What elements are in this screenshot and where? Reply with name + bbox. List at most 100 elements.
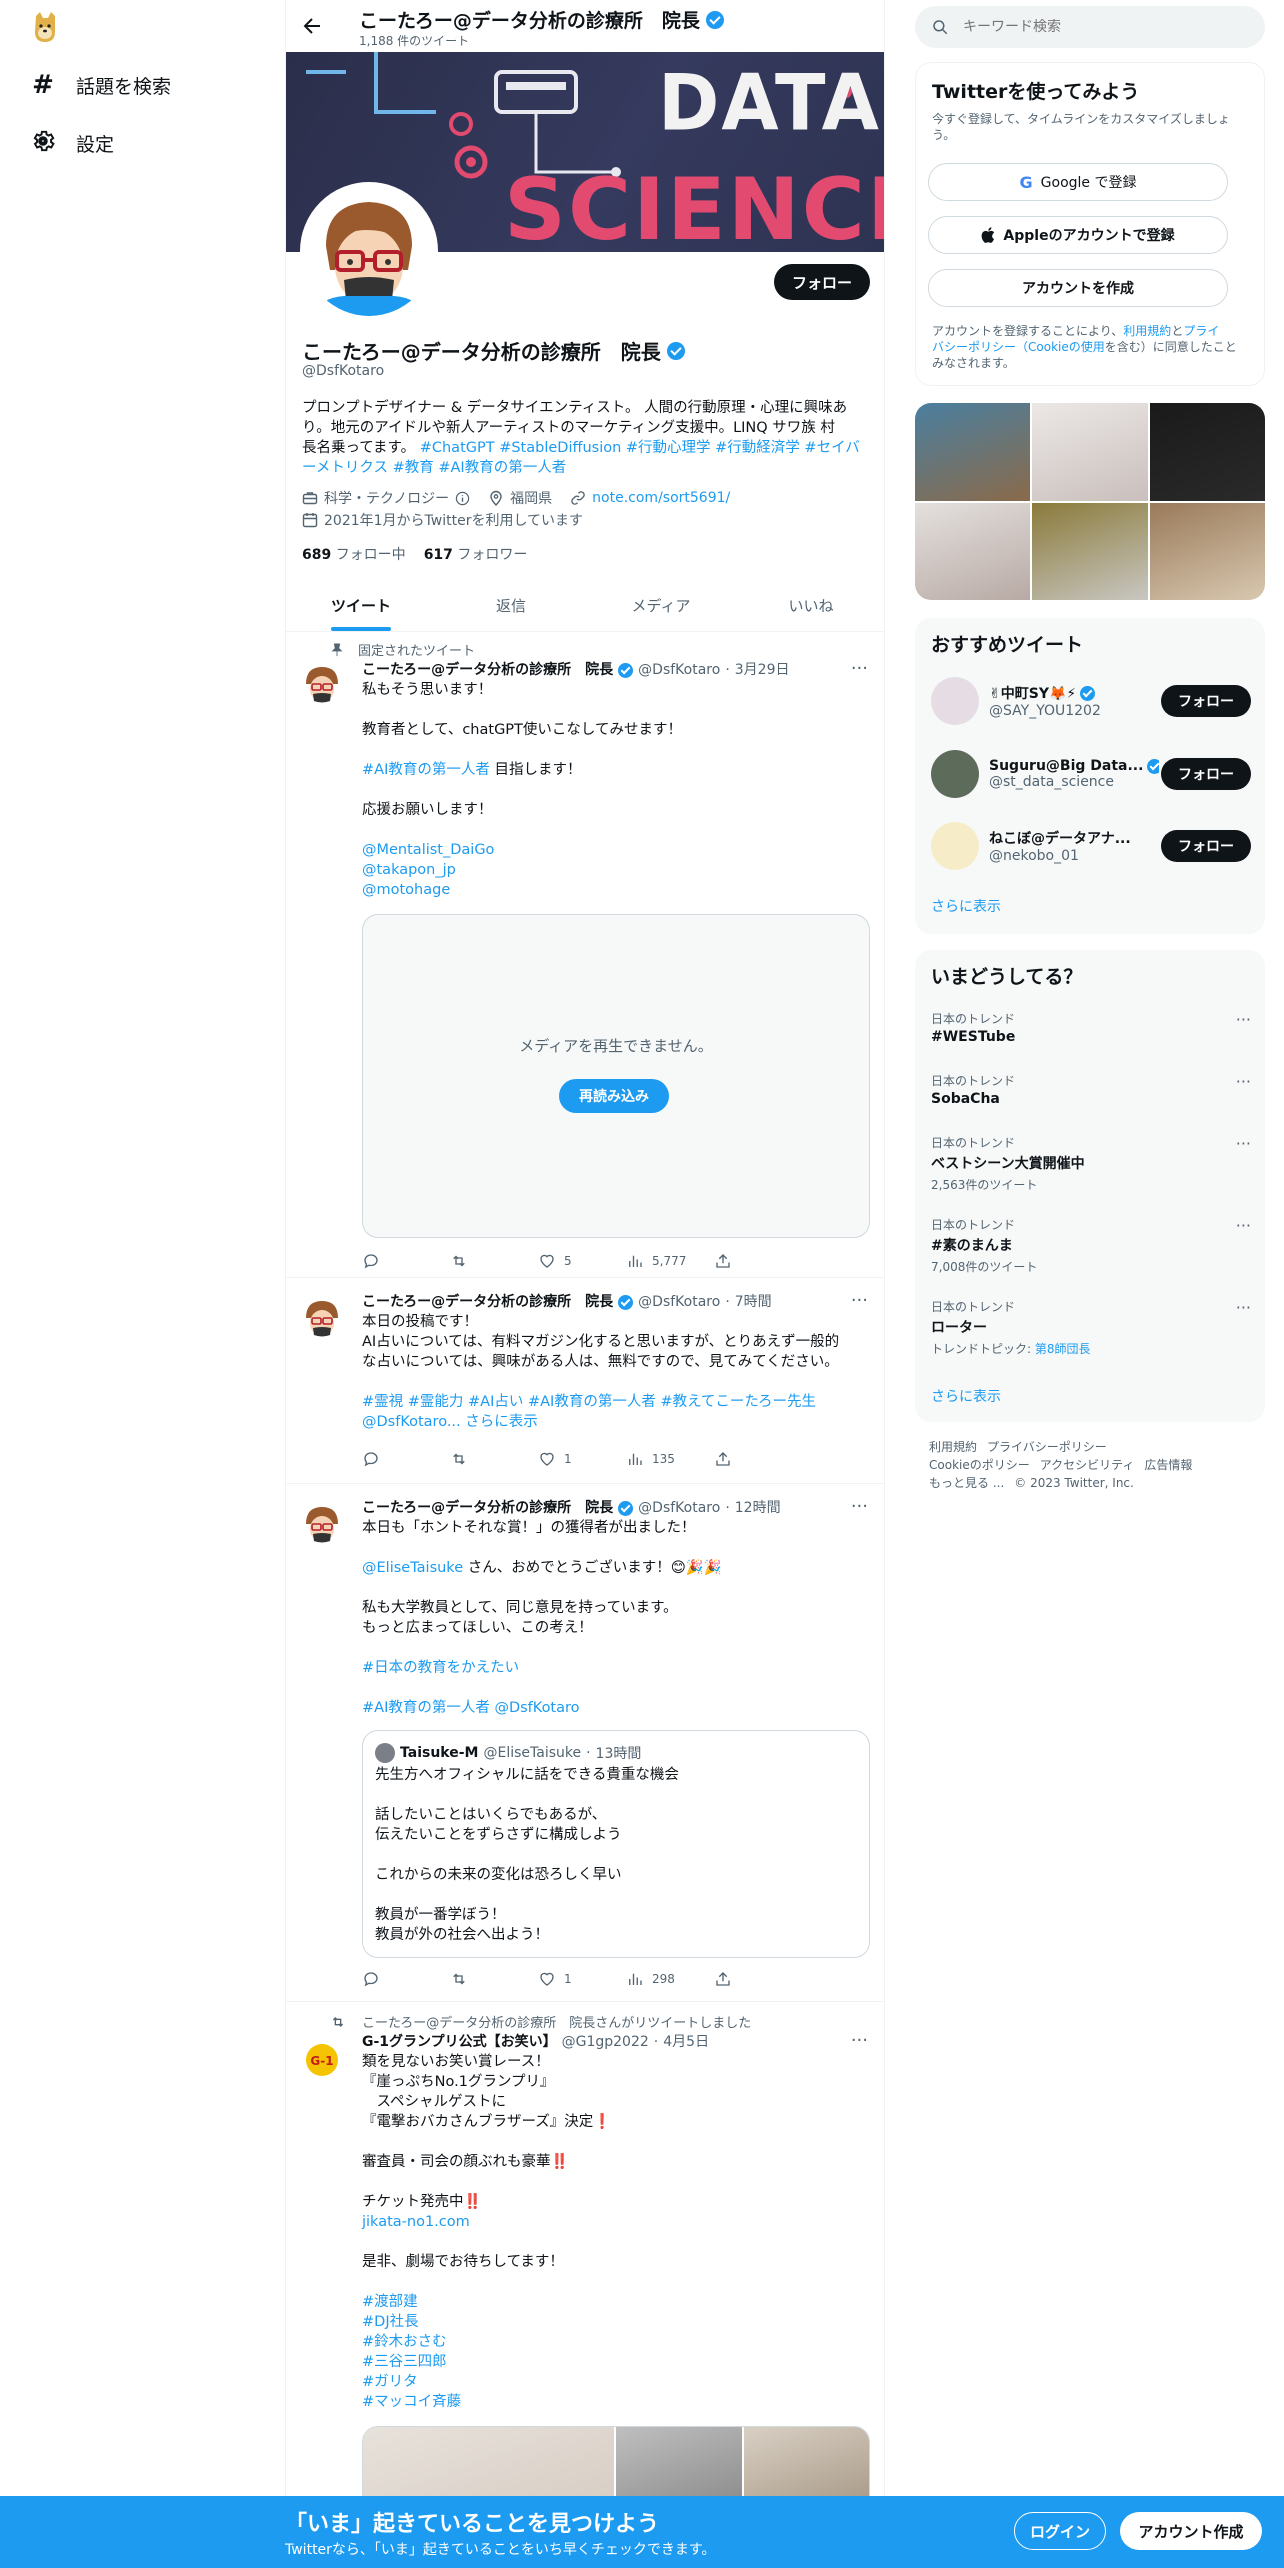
tweet-pinned[interactable]: 固定されたツイート こーたろー@データ分析の診療所 院長 @DsfKotaro … bbox=[286, 632, 884, 1278]
terms-link[interactable]: 利用規約 bbox=[1123, 324, 1171, 338]
trend-item[interactable]: 日本のトレンド SobaCha ··· bbox=[931, 1072, 1251, 1107]
follow-button[interactable]: フォロー bbox=[1161, 758, 1251, 790]
tweet-author-name[interactable]: こーたろー@データ分析の診療所 院長 bbox=[362, 660, 613, 680]
tweet-time[interactable]: 7時間 bbox=[735, 1292, 772, 1312]
reply-button[interactable] bbox=[362, 1450, 450, 1468]
search-input[interactable] bbox=[963, 19, 1223, 35]
tweet-hashtags[interactable]: #霊視 #霊能力 #AI占い #AI教育の第一人者 #教えてこーたろー先生 bbox=[362, 1392, 870, 1412]
profile-website[interactable]: note.com/sort5691/ bbox=[570, 490, 730, 506]
footer-cookie-link[interactable]: Cookieのポリシー bbox=[929, 1458, 1030, 1472]
like-button[interactable]: 5 bbox=[538, 1252, 626, 1270]
suggested-user[interactable]: ねこぼ@データアナ... @nekobo_01 フォロー bbox=[931, 816, 1251, 876]
tweet-mention[interactable]: @Mentalist_DaiGo bbox=[362, 840, 870, 860]
trends-show-more[interactable]: さらに表示 bbox=[931, 1386, 1001, 1406]
tweet[interactable]: こーたろー@データ分析の診療所 院長 @DsfKotaro · 7時間 本日の投… bbox=[286, 1278, 884, 1484]
signup-button[interactable]: アカウント作成 bbox=[1120, 2512, 1262, 2550]
trend-item[interactable]: 日本のトレンド #WESTube ··· bbox=[931, 1010, 1251, 1045]
follow-button[interactable]: フォロー bbox=[1161, 685, 1251, 717]
tweet-link[interactable]: jikata-no1.com bbox=[362, 2212, 870, 2232]
views-button[interactable]: 5,777 bbox=[626, 1252, 714, 1270]
tweet-author-handle[interactable]: @G1gp2022 bbox=[562, 2032, 649, 2052]
share-button[interactable] bbox=[714, 1252, 802, 1270]
tweet-avatar[interactable] bbox=[300, 1296, 344, 1340]
tweet-hashtag[interactable]: #AI教育の第一人者 @DsfKotaro bbox=[362, 1698, 870, 1718]
recommend-show-more[interactable]: さらに表示 bbox=[931, 896, 1001, 916]
followers-count[interactable]: 617 フォロワー bbox=[424, 544, 528, 564]
media-thumbnail[interactable] bbox=[1149, 502, 1265, 600]
trend-item[interactable]: 日本のトレンド ローター トレンドトピック: 第8師団長 ··· bbox=[931, 1298, 1251, 1357]
views-button[interactable]: 135 bbox=[626, 1450, 714, 1468]
retweet-button[interactable] bbox=[450, 1970, 538, 1988]
more-options-icon[interactable]: ··· bbox=[1236, 1134, 1251, 1153]
reload-button[interactable]: 再読み込み bbox=[559, 1079, 669, 1113]
bio-hashtags[interactable]: #ChatGPT #StableDiffusion #行動心理学 #行動経済学 … bbox=[420, 440, 860, 456]
retweet-label[interactable]: こーたろー@データ分析の診療所 院長さんがリツイートしました bbox=[362, 2012, 751, 2031]
media-thumbnail[interactable] bbox=[1149, 403, 1265, 501]
more-options-icon[interactable]: ··· bbox=[1236, 1298, 1251, 1317]
suggested-user[interactable]: Suguru@Big Data... @st_data_science フォロー bbox=[931, 744, 1251, 804]
nav-explore[interactable]: # 話題を検索 bbox=[30, 70, 171, 100]
retweet-button[interactable] bbox=[450, 1252, 538, 1270]
tweet[interactable]: こーたろー@データ分析の診療所 院長 @DsfKotaro · 12時間 本日も… bbox=[286, 1484, 884, 2002]
footer-accessibility-link[interactable]: アクセシビリティ bbox=[1040, 1458, 1135, 1472]
like-button[interactable]: 1 bbox=[538, 1970, 626, 1988]
footer-ads-link[interactable]: 広告情報 bbox=[1144, 1458, 1192, 1472]
tab-media[interactable]: メディア bbox=[586, 580, 736, 631]
trend-topic-link[interactable]: 第8師団長 bbox=[1035, 1342, 1091, 1356]
tweet-hashtag[interactable]: #三谷三四郎 bbox=[362, 2352, 870, 2372]
tab-tweets[interactable]: ツイート bbox=[286, 580, 436, 631]
tweet-author-name[interactable]: こーたろー@データ分析の診療所 院長 bbox=[362, 1498, 613, 1518]
tweet-author-handle[interactable]: @DsfKotaro bbox=[638, 1498, 720, 1518]
tweet-hashtag[interactable]: #ガリタ bbox=[362, 2372, 870, 2392]
login-button[interactable]: ログイン bbox=[1014, 2512, 1106, 2550]
google-signup-button[interactable]: G Google で登録 bbox=[928, 163, 1228, 201]
suggested-user[interactable]: ✌︎中町SY🦊⚡ @SAY_YOU1202 フォロー bbox=[931, 671, 1251, 731]
reply-button[interactable] bbox=[362, 1252, 450, 1270]
trend-item[interactable]: 日本のトレンド #素のまんま 7,008件のツイート ··· bbox=[931, 1216, 1251, 1275]
tweet-hashtag[interactable]: #渡部建 bbox=[362, 2292, 870, 2312]
site-logo[interactable] bbox=[30, 10, 60, 44]
search-bar[interactable] bbox=[915, 6, 1265, 48]
tweet-author-handle[interactable]: @DsfKotaro bbox=[638, 1292, 720, 1312]
tweet-mention[interactable]: @motohage bbox=[362, 880, 870, 900]
tweet-avatar[interactable] bbox=[300, 1502, 344, 1546]
apple-signup-button[interactable]: Appleのアカウントで登録 bbox=[928, 216, 1228, 254]
tweet-avatar[interactable]: G-1 bbox=[300, 2038, 344, 2082]
reply-button[interactable] bbox=[362, 1970, 450, 1988]
media-thumbnail[interactable] bbox=[915, 502, 1031, 600]
follow-button[interactable]: フォロー bbox=[774, 264, 870, 300]
user-avatar[interactable] bbox=[931, 822, 979, 870]
media-thumbnail[interactable] bbox=[1032, 403, 1148, 501]
create-account-button[interactable]: アカウントを作成 bbox=[928, 269, 1228, 307]
footer-privacy-link[interactable]: プライバシーポリシー bbox=[987, 1440, 1107, 1454]
tweet-avatar[interactable] bbox=[300, 662, 344, 706]
tweet-mention[interactable]: @EliseTaisuke bbox=[362, 1560, 463, 1576]
tweet-time[interactable]: 3月29日 bbox=[735, 660, 790, 680]
views-button[interactable]: 298 bbox=[626, 1970, 714, 1988]
privacy-link[interactable]: バシーポリシー（Cookieの使用 bbox=[932, 340, 1105, 354]
show-more-link[interactable]: ... さらに表示 bbox=[447, 1414, 538, 1430]
tweet-image[interactable] bbox=[743, 2427, 869, 2505]
footer-more-link[interactable]: もっと見る ... bbox=[929, 1476, 1004, 1490]
tweet-hashtag[interactable]: #日本の教育をかえたい bbox=[362, 1658, 870, 1678]
tweet-time[interactable]: 12時間 bbox=[735, 1498, 781, 1518]
user-avatar[interactable] bbox=[931, 750, 979, 798]
tweet-author-handle[interactable]: @DsfKotaro bbox=[638, 660, 720, 680]
tab-replies[interactable]: 返信 bbox=[436, 580, 586, 631]
retweet-button[interactable] bbox=[450, 1450, 538, 1468]
quoted-tweet[interactable]: Taisuke-M @EliseTaisuke · 13時間 先生方へオフィシャ… bbox=[362, 1730, 870, 1958]
share-button[interactable] bbox=[714, 1970, 802, 1988]
profile-avatar[interactable] bbox=[300, 182, 438, 320]
footer-terms-link[interactable]: 利用規約 bbox=[929, 1440, 977, 1454]
tweet-mention[interactable]: @takapon_jp bbox=[362, 860, 870, 880]
tweet-hashtag[interactable]: #DJ社長 bbox=[362, 2312, 870, 2332]
tweet-author-name[interactable]: G-1グランプリ公式【お笑い】 bbox=[362, 2032, 557, 2052]
share-button[interactable] bbox=[714, 1450, 802, 1468]
more-options-icon[interactable]: ··· bbox=[1236, 1072, 1251, 1091]
like-button[interactable]: 1 bbox=[538, 1450, 626, 1468]
more-options-icon[interactable]: ··· bbox=[1236, 1010, 1251, 1029]
tweet-hashtag[interactable]: #AI教育の第一人者 bbox=[362, 762, 490, 778]
media-thumbnail[interactable] bbox=[1032, 502, 1148, 600]
tweet-image[interactable] bbox=[616, 2427, 742, 2505]
tab-likes[interactable]: いいね bbox=[736, 580, 884, 631]
